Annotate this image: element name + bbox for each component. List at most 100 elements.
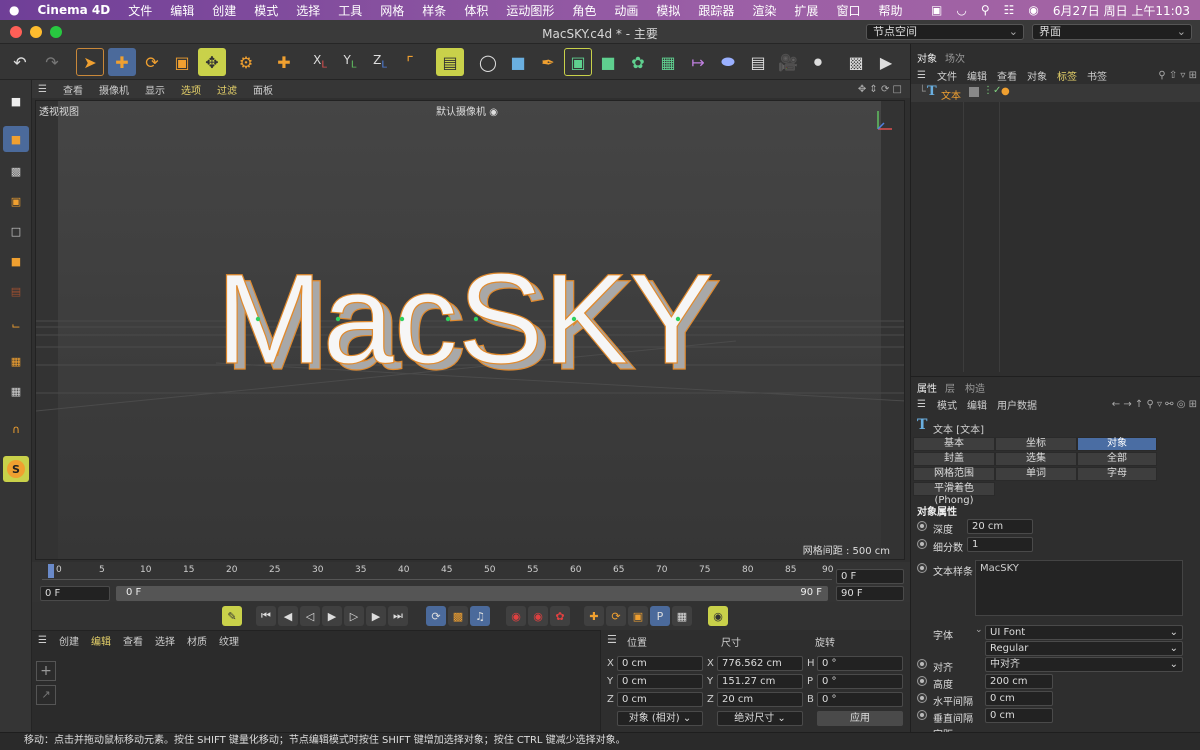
deformer-button[interactable]: ↦ [684,48,712,76]
tab-basic[interactable]: 基本 [913,437,995,451]
vertical-spacing-key-radio[interactable] [917,710,927,720]
tab-mesh-range[interactable]: 网格范围 [913,467,995,481]
render-region-button[interactable]: ▩ [842,48,870,76]
menu-file[interactable]: 文件 [119,2,161,19]
viewport-menu-panel[interactable]: 面板 [245,82,281,97]
material-menu-texture[interactable]: 纹理 [213,633,245,648]
snap-grid-button[interactable]: ▦ [3,348,29,374]
workplane-button[interactable]: ▦ [3,378,29,404]
viewport-solo-button[interactable]: ▤ [436,48,464,76]
pos-y-field[interactable]: 0 cm [617,674,703,689]
material-link-button[interactable]: ↗ [36,685,56,705]
coord-menu-icon[interactable]: ☰ [607,633,617,646]
menu-edit[interactable]: 编辑 [161,2,203,19]
keyframe-selection-button[interactable]: ✿ [550,606,570,626]
attr-menu-userdata[interactable]: 用户数据 [992,397,1042,412]
go-to-start-button[interactable]: ⏮ [256,606,276,626]
key-parameter-button[interactable]: P [650,606,670,626]
scale-tool-button[interactable]: ▣ [168,48,196,76]
mograph-fracture-button[interactable]: ▦ [654,48,682,76]
tab-takes[interactable]: 场次 [945,50,965,65]
viewport-camera-label[interactable]: 默认摄像机 ◉ [436,103,498,118]
material-menu-select[interactable]: 选择 [149,633,181,648]
coordinate-system-button[interactable]: ⌜ [396,48,424,76]
align-key-radio[interactable] [917,659,927,669]
text-spline-textarea[interactable]: MacSKY [975,560,1183,616]
attr-nav-icons[interactable]: ← → ↑ ⚲ ▿ ⚯ ◎ ⊞ [1112,399,1200,410]
rot-b-field[interactable]: 0 ° [817,692,903,707]
point-mode-button[interactable]: ▣ [3,188,29,214]
range-slider[interactable]: 0 F 90 F [116,586,828,601]
apply-button[interactable]: 应用 [817,711,903,726]
viewport-menu-options[interactable]: 选项 [173,82,209,97]
object-menu-object[interactable]: 对象 [1022,68,1052,83]
horizontal-spacing-field[interactable]: 0 cm [985,691,1053,706]
autokey-button[interactable]: ◉ [528,606,548,626]
redo-button[interactable]: ↷ [38,48,66,76]
live-select-button[interactable]: ➤ [76,48,104,76]
text-spline-key-radio[interactable] [917,563,927,573]
key-position-button[interactable]: ✚ [584,606,604,626]
vertical-spacing-field[interactable]: 0 cm [985,708,1053,723]
camera-icon[interactable]: ▣ [931,3,942,17]
next-frame-button[interactable]: ▷ [344,606,364,626]
playhead-marker[interactable] [48,564,54,578]
subdivision-field[interactable]: 1 [967,537,1033,552]
wifi-icon[interactable]: ◡ [956,3,966,17]
tab-phong[interactable]: 平滑着色 (Phong) [913,482,995,506]
object-menu-view[interactable]: 查看 [992,68,1022,83]
field-button[interactable]: ⬬ [714,48,742,76]
viewport-menu-icon[interactable]: ☰ [32,84,55,95]
tab-all[interactable]: 全部 [1077,452,1157,466]
visibility-check-icon[interactable]: ⋮✓ [983,85,1001,96]
rot-p-field[interactable]: 0 ° [817,674,903,689]
viewport-nav-icons[interactable]: ✥ ⇕ ⟳ □ [850,84,910,95]
tab-object[interactable]: 对象 [1077,437,1157,451]
snap-button[interactable]: ∩ [3,416,29,442]
tab-letters[interactable]: 字母 [1077,467,1157,481]
go-to-end-button[interactable]: ⏭ [388,606,408,626]
layer-swatch-icon[interactable] [969,87,979,97]
material-menu-view[interactable]: 查看 [117,633,149,648]
control-center-icon[interactable]: ☷ [1004,3,1015,17]
transform-tool-button[interactable]: ✥ [198,48,226,76]
font-style-dropdown[interactable]: Regular ⌄ [985,641,1183,656]
lock-x-axis-button[interactable]: XL [306,48,334,76]
menu-window[interactable]: 窗口 [827,2,869,19]
tab-words[interactable]: 单词 [995,467,1077,481]
spline-draw-button[interactable]: ✒ [534,48,562,76]
uv-mode-button[interactable]: ▤ [3,278,29,304]
current-frame-field[interactable]: 0 F [836,569,904,584]
texture-mode-button[interactable]: ▩ [3,158,29,184]
start-frame-field[interactable]: 0 F [40,586,110,601]
menu-select[interactable]: 选择 [287,2,329,19]
object-menu-icon[interactable]: ☰ [911,70,932,81]
menu-help[interactable]: 帮助 [869,2,911,19]
menu-mesh[interactable]: 网格 [371,2,413,19]
viewport-menu-view[interactable]: 查看 [55,82,91,97]
object-menu-file[interactable]: 文件 [932,68,962,83]
menu-simulate[interactable]: 模拟 [647,2,689,19]
node-space-dropdown[interactable]: 节点空间 ⌄ [866,24,1024,40]
menu-animate[interactable]: 动画 [605,2,647,19]
key-point-level-button[interactable]: ▦ [672,606,692,626]
siri-icon[interactable]: ◉ [1028,3,1038,17]
frame-rate-button[interactable]: ▩ [448,606,468,626]
generator-button[interactable]: ▣ [564,48,592,76]
attr-menu-mode[interactable]: 模式 [932,397,962,412]
axis-mode-button[interactable]: ⌙ [3,312,29,338]
font-family-dropdown[interactable]: UI Font ⌄ [985,625,1183,640]
play-button[interactable]: ▶ [322,606,342,626]
floor-button[interactable]: ▤ [744,48,772,76]
tag-icon[interactable]: ● [1001,86,1010,97]
material-menu-icon[interactable]: ☰ [32,635,53,646]
extrude-button[interactable]: ■ [594,48,622,76]
tab-coord[interactable]: 坐标 [995,437,1077,451]
height-field[interactable]: 200 cm [985,674,1053,689]
viewport-mode-button[interactable]: ■ [3,88,29,114]
coordinate-mode-dropdown[interactable]: 对象 (相对) ⌄ [617,711,703,726]
font-expand-icon[interactable]: ⌄ [975,625,983,635]
object-row-text[interactable]: └ T 文本 ⋮✓ ● [911,84,1200,102]
menu-mode[interactable]: 模式 [245,2,287,19]
record-active-button[interactable]: ◉ [506,606,526,626]
